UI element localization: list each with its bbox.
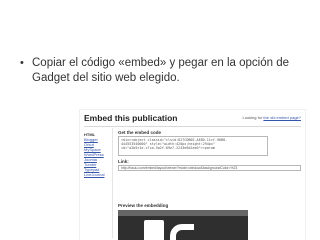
old-embed-link[interactable]: the old embed page?	[263, 115, 301, 120]
embed-preview	[118, 210, 248, 240]
embed-code-label: Get the embed code	[118, 130, 162, 135]
embed-title: Embed this publication	[84, 113, 178, 123]
bullet-item: • Copiar el código «embed» y pegar en la…	[20, 56, 310, 86]
embed-screenshot: Embed this publication Looking for the o…	[80, 110, 305, 240]
bullet-text: Copiar el código «embed» y pegar en la o…	[32, 57, 290, 84]
old-embed-link-row: Looking for the old embed page?	[242, 115, 301, 120]
old-embed-prefix: Looking for	[242, 115, 263, 120]
preview-label: Preview the embedding	[118, 203, 169, 208]
embed-code-textarea[interactable]: <div><object classid="clsid:D27CDB6E-AE6…	[118, 136, 268, 156]
embed-code-line: id="a2b5c1e-c7ca-5a2f-69e7-2243e6d2ee0">…	[121, 146, 215, 150]
preview-graphic	[144, 220, 164, 240]
link-label: Link:	[118, 159, 129, 164]
slide: • Copiar el código «embed» y pegar en la…	[0, 0, 320, 240]
bullet-symbol: •	[20, 57, 24, 69]
preview-graphic	[170, 224, 194, 240]
link-url-field[interactable]: http://issuu.com/embed/layout/viewer?mod…	[118, 165, 301, 171]
sidebar-item-livejournal[interactable]: LiveJournal	[84, 172, 104, 177]
title-divider	[84, 126, 301, 127]
platform-sidebar: HTML Blogger Orkut MySpace WordPress Joo…	[82, 128, 113, 238]
